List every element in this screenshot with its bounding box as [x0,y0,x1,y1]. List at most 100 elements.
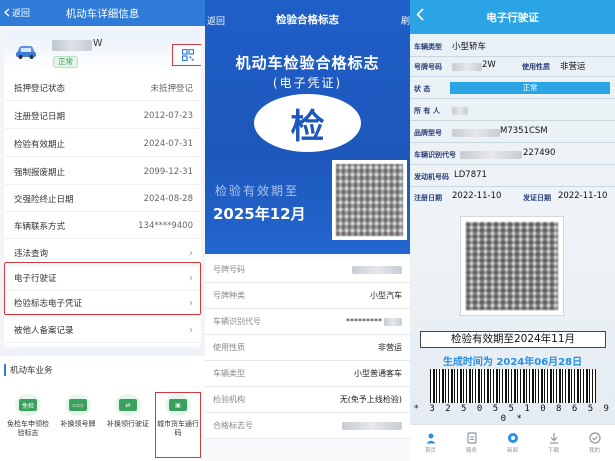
refresh-button[interactable]: 刷 [401,14,410,27]
qr-code-button[interactable] [172,44,201,66]
info-row-plate-number: 号牌号码 [205,257,410,283]
info-label: 检验有效期止 [14,140,66,150]
blurred-value [452,129,500,137]
chevron-left-icon [416,8,424,21]
biz-replace-license[interactable]: ⇄ 补换领行驶证 [104,394,152,429]
link-e-license[interactable]: 电子行驶证 › [4,266,201,291]
chevron-right-icon: › [189,247,193,259]
vehicle-business-section: 机动车业务 免检 免检车申领检验标志 ▭▭ 补换领号牌 ⇄ 补换领行驶证 ▣ 城… [0,356,205,461]
plate-icon: ▭▭ [65,394,91,416]
seal-char: 检 [290,106,325,147]
info-label: 号牌号码 [213,265,245,274]
info-value: 2024-07-31 [143,139,193,149]
info-label: 车辆识别代号 [213,317,261,326]
link-inspection-e-cert[interactable]: 检验标志电子凭证 › [4,291,201,316]
plate-suffix-value: 2W [482,60,496,70]
field-label: 使用性质 [522,63,550,71]
back-button[interactable]: 返回 [4,6,30,19]
valid-until-label: 检验有效期至 [215,184,300,198]
bottom-tab-bar: 首页 服务 新闻 下载 我的 [410,424,615,461]
info-value: 无(免予上线检验) [339,395,402,404]
valid-until-value: 2025年12月 [213,205,306,223]
biz-label: 补换领行驶证 [107,420,149,428]
qr-code-image [332,160,407,240]
e-license-panel: 电子行驶证 车辆类型 小型轿车 号牌号码 2W 使用性质 非营运 状 态 正常 … [410,0,615,461]
info-label: 号牌种类 [213,291,245,300]
tab-mine[interactable]: 我的 [578,432,612,454]
biz-label: 免检车申领检验标志 [7,420,49,437]
issue-date-value: 2022-11-10 [558,191,608,201]
sticker-subtitle: (电子凭证) [272,76,343,90]
tab-home[interactable]: 首页 [414,432,448,454]
barcode-image [430,369,596,403]
info-label: 强制报废期止 [14,168,66,178]
field-label: 状 态 [414,85,431,93]
brand-suffix-value: M7351CSM [500,126,548,136]
biz-label: 补换领号牌 [60,420,96,428]
blurred-value [352,265,402,274]
sticker-card: 返回 检验合格标志 刷 机动车检验合格标志 (电子凭证) 检 检验有效期至 20… [205,0,410,254]
vehicle-summary: W 正常 [4,30,201,72]
vehicle-info-card: W 正常 抵押登记状态 未抵押登记 注册登记日期 2012-07-23 检验有效… [4,30,201,347]
vehicle-detail-header: 返回 机动车详细信息 [0,0,205,26]
info-label: 车辆类型 [213,369,245,378]
info-row-use-nature: 使用性质 非营运 [205,335,410,361]
back-button[interactable]: 返回 [207,14,225,27]
info-row-contact: 车辆联系方式 134****9400 [4,214,201,239]
chevron-left-icon [4,8,10,17]
person-icon [426,433,435,444]
page-title: 机动车详细信息 [65,7,140,20]
info-value: 2012-07-23 [143,111,193,121]
inspection-valid-text: 检验有效期至2024年11月 [420,331,606,348]
info-value: 2099-12-31 [143,167,193,177]
blurred-value [384,317,402,326]
info-row-mortgage: 抵押登记状态 未抵押登记 [4,76,201,101]
info-row-insurance-end: 交强险终止日期 2024-08-28 [4,187,201,212]
qr-code-image [460,216,564,316]
biz-exempt-inspection[interactable]: 免检 免检车申领检验标志 [4,394,52,438]
info-row-register-date: 注册登记日期 2012-07-23 [4,104,201,129]
status-badge: 正常 [53,56,78,68]
info-label: 车辆联系方式 [14,222,66,232]
e-license-header: 电子行驶证 [410,0,615,34]
tab-news[interactable]: 新闻 [496,432,530,454]
blurred-value [460,151,522,159]
link-label: 检验标志电子凭证 [14,299,83,309]
vin-suffix-value: 227490 [523,148,556,158]
info-value: 未抵押登记 [150,84,193,94]
chevron-right-icon: › [189,272,193,284]
car-icon [16,46,36,59]
link-violation-query[interactable]: 违法查询 › [4,241,201,266]
section-title: 机动车业务 [4,364,53,376]
blurred-value [452,107,468,115]
field-label: 车辆识别代号 [414,151,456,159]
info-value: 小型汽车 [370,291,402,300]
plate-number-blurred [52,40,92,51]
info-label: 使用性质 [213,343,245,352]
exempt-badge-icon: 免检 [15,394,41,416]
link-label: 电子行驶证 [14,274,57,284]
link-filing-record[interactable]: 被他人备案记录 › [4,318,201,343]
biz-replace-plate[interactable]: ▭▭ 补换领号牌 [54,394,102,429]
license-card-icon: ⇄ [115,394,141,416]
info-value: ********* [346,317,382,326]
engine-number-value: LD7871 [454,170,487,180]
field-label: 注册日期 [414,194,442,202]
plate-number-suffix: W [93,38,103,49]
tab-download[interactable]: 下载 [537,432,571,454]
sticker-title: 机动车检验合格标志 [235,54,380,72]
screenshot-collage: 返回 机动车详细信息 W 正常 抵押登记状态 未抵押登记 注册登记日期 2012… [0,0,615,461]
info-label: 检验机构 [213,395,245,404]
back-button[interactable] [416,8,424,25]
info-value: 2024-08-28 [143,194,193,204]
check-icon [588,432,601,444]
info-row-scrap-date: 强制报废期止 2099-12-31 [4,160,201,185]
chevron-right-icon: › [189,297,193,309]
page-title: 检验合格标志 [276,13,339,26]
info-row-plate-type: 号牌种类 小型汽车 [205,283,410,309]
circle-icon [507,433,518,443]
inspection-seal: 检 [254,94,361,152]
link-label: 违法查询 [14,249,49,259]
field-label: 品牌型号 [414,129,442,137]
tab-service[interactable]: 服务 [455,432,489,454]
